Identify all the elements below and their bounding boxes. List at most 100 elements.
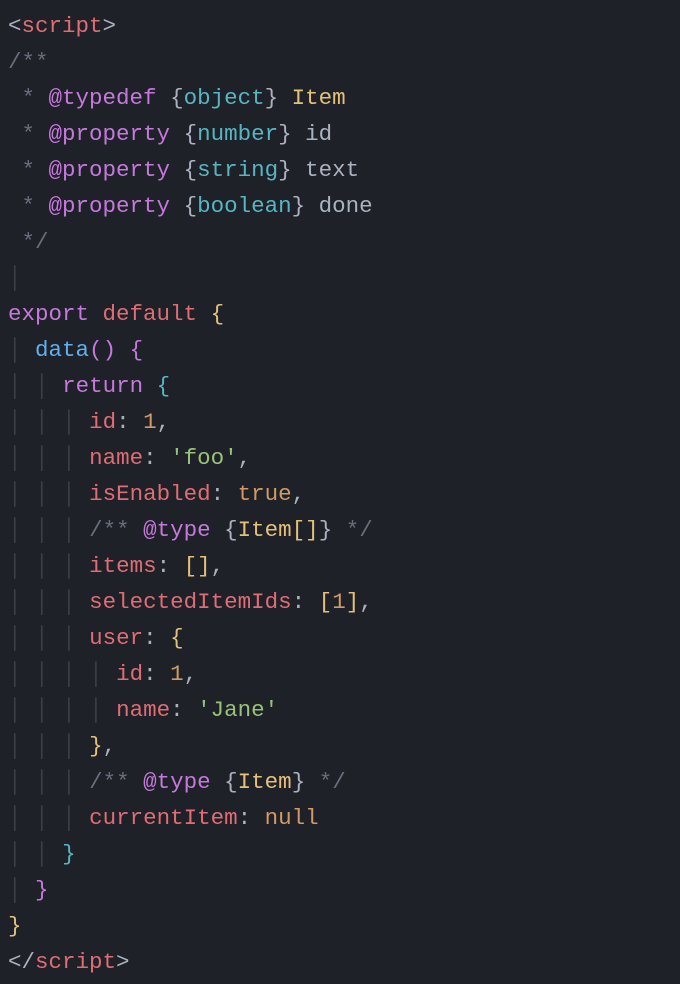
prop-done: done: [319, 193, 373, 219]
jsdoc-type-tag: @type: [143, 769, 211, 795]
jsdoc-property: @property: [49, 157, 171, 183]
colon: :: [116, 409, 130, 435]
indent-guide: │: [35, 373, 49, 399]
indent-guide: │: [35, 517, 49, 543]
val-null: null: [265, 805, 319, 831]
indent-guide: │: [35, 409, 49, 435]
indent-guide: │: [62, 481, 76, 507]
brace: {: [224, 769, 238, 795]
colon: :: [238, 805, 252, 831]
bracket-close: ]: [346, 589, 360, 615]
indent-guide: │: [89, 697, 103, 723]
brace: {: [184, 121, 198, 147]
typedef-name-item: Item: [292, 85, 346, 111]
prop-id: id: [305, 121, 332, 147]
key-name: name: [89, 445, 143, 471]
brace-open: {: [170, 625, 184, 651]
indent-guide: │: [35, 481, 49, 507]
jsdoc-type-tag: @type: [143, 517, 211, 543]
brace-close: }: [35, 877, 49, 903]
kw-return: return: [62, 373, 143, 399]
bracket-open: [: [319, 589, 333, 615]
comma: ,: [211, 553, 225, 579]
comma: ,: [184, 661, 198, 687]
colon: :: [292, 589, 306, 615]
indent-guide: │: [8, 589, 22, 615]
val-user-id: 1: [170, 661, 184, 687]
indent-guide: │: [35, 697, 49, 723]
key-currentitem: currentItem: [89, 805, 238, 831]
indent-guide: │: [35, 445, 49, 471]
brace: }: [319, 517, 333, 543]
inline-jsdoc-open: /**: [89, 517, 130, 543]
key-user-id: id: [116, 661, 143, 687]
type-item-array: Item[]: [238, 517, 319, 543]
brace: }: [265, 85, 279, 111]
brace: }: [292, 193, 306, 219]
jsdoc-star: *: [8, 85, 35, 111]
indent-guide: │: [62, 805, 76, 831]
comma: ,: [238, 445, 252, 471]
paren-close: ): [103, 337, 117, 363]
indent-guide: │: [8, 661, 22, 687]
inline-jsdoc-close: */: [346, 517, 373, 543]
bracket-close: ]: [197, 553, 211, 579]
indent-guide: │: [8, 445, 22, 471]
indent-guide: │: [62, 697, 76, 723]
indent-guide: │: [62, 589, 76, 615]
indent-guide: │: [8, 733, 22, 759]
indent-guide: │: [35, 805, 49, 831]
indent-guide: │: [35, 661, 49, 687]
jsdoc-close: */: [8, 229, 49, 255]
comma: ,: [157, 409, 171, 435]
brace-open: {: [130, 337, 144, 363]
indent-guide: │: [62, 769, 76, 795]
tag-script-open: script: [22, 13, 103, 39]
type-item: Item: [238, 769, 292, 795]
colon: :: [143, 625, 157, 651]
prop-text: text: [305, 157, 359, 183]
indent-guide: │: [8, 805, 22, 831]
brace-open: {: [157, 373, 171, 399]
tag-open-angle-close: >: [103, 13, 117, 39]
jsdoc-star: *: [8, 193, 35, 219]
jsdoc-star: *: [8, 121, 35, 147]
jsdoc-type-object: object: [184, 85, 265, 111]
indent-guide: │: [62, 517, 76, 543]
indent-guide: │: [35, 625, 49, 651]
jsdoc-star: *: [8, 157, 35, 183]
brace: }: [278, 157, 292, 183]
colon: :: [170, 697, 184, 723]
indent-guide: │: [35, 589, 49, 615]
indent-guide: │: [8, 409, 22, 435]
colon: :: [143, 661, 157, 687]
indent-guide: │: [89, 661, 103, 687]
key-selecteditemids: selectedItemIds: [89, 589, 292, 615]
indent-guide: │: [62, 553, 76, 579]
indent-guide: │: [8, 769, 22, 795]
indent-guide: │: [35, 841, 49, 867]
indent-guide: │: [8, 877, 22, 903]
colon: :: [211, 481, 225, 507]
comma: ,: [359, 589, 373, 615]
indent-guide: │: [62, 661, 76, 687]
colon: :: [157, 553, 171, 579]
jsdoc-property: @property: [49, 121, 171, 147]
code-editor[interactable]: <script> /** * @typedef {object} Item * …: [0, 0, 680, 980]
kw-default: default: [103, 301, 198, 327]
inline-jsdoc-close: */: [319, 769, 346, 795]
brace: {: [184, 157, 198, 183]
indent-guide: │: [35, 733, 49, 759]
indent-guide: │: [62, 409, 76, 435]
jsdoc-open: /**: [8, 49, 49, 75]
kw-export: export: [8, 301, 89, 327]
key-isenabled: isEnabled: [89, 481, 211, 507]
key-user: user: [89, 625, 143, 651]
val-user-name: 'Jane': [197, 697, 278, 723]
indent-guide: │: [8, 265, 22, 291]
tag-open-angle: <: [8, 13, 22, 39]
jsdoc-type-string: string: [197, 157, 278, 183]
jsdoc-type-number: number: [197, 121, 278, 147]
paren-open: (: [89, 337, 103, 363]
indent-guide: │: [8, 517, 22, 543]
